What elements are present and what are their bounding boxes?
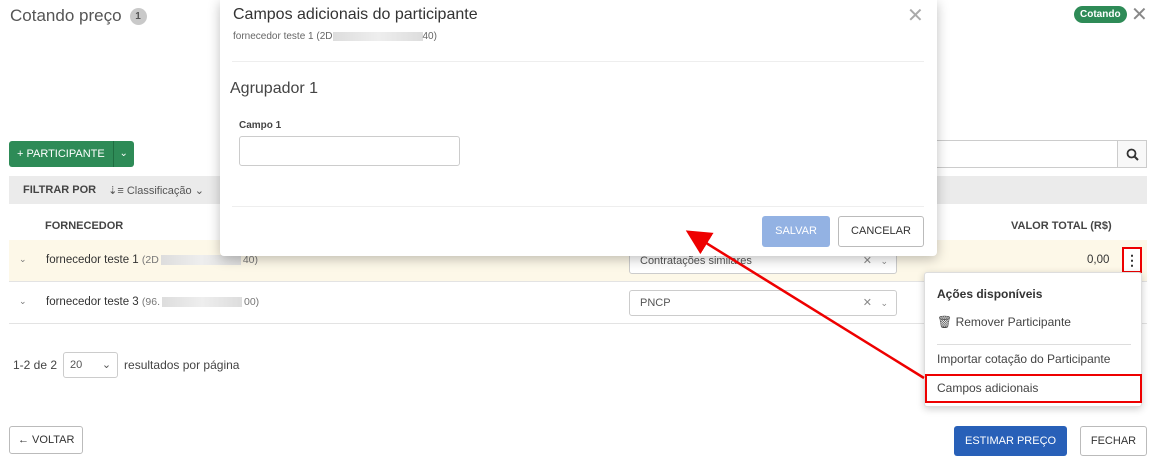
status-badge: Cotando	[1074, 6, 1127, 23]
modal-subtitle: fornecedor teste 1 (2D 40)	[233, 31, 437, 42]
pagination-range: 1-2 de 2	[13, 358, 58, 372]
sort-icon: ⇣≡	[108, 184, 127, 197]
chevron-down-icon[interactable]: ⌄	[113, 141, 134, 167]
search-icon	[1126, 148, 1139, 161]
total-value: 0,00	[1087, 254, 1110, 266]
campo-1-input[interactable]	[239, 136, 460, 166]
supplier-doc-prefix: (96.	[141, 296, 160, 308]
expand-row-icon[interactable]: ⌄	[19, 254, 27, 265]
modal-subtitle-suffix: 40)	[422, 31, 437, 42]
sort-dropdown[interactable]: ⇣≡ Classificação ⌄	[108, 184, 204, 197]
back-button[interactable]: ← VOLTAR	[9, 426, 84, 454]
menu-divider	[937, 344, 1131, 345]
sort-label: Classificação	[126, 184, 192, 197]
expand-row-icon[interactable]: ⌄	[19, 296, 27, 307]
trash-icon: 🗑	[937, 315, 953, 329]
add-participant-button[interactable]: + PARTICIPANTE	[9, 141, 114, 167]
redacted-block	[160, 255, 241, 266]
menu-item-import-quote[interactable]: Importar cotação do Participante	[937, 352, 1110, 366]
redacted-block	[332, 31, 423, 41]
menu-item-remove-label: Remover Participante	[955, 315, 1071, 329]
cancel-button[interactable]: CANCELAR	[838, 216, 924, 247]
redacted-block	[162, 297, 242, 308]
page-size-select[interactable]: 20 ⌄	[63, 352, 119, 378]
page-close-icon[interactable]: ✕	[1131, 3, 1148, 27]
estimate-price-button[interactable]: ESTIMAR PREÇO	[954, 426, 1068, 456]
save-button[interactable]: SALVAR	[762, 216, 830, 247]
close-button[interactable]: FECHAR	[1080, 426, 1147, 456]
add-participant-button-group: + PARTICIPANTE ⌄	[9, 141, 134, 167]
pagination: 1-2 de 2 20 ⌄ resultados por página	[13, 352, 239, 378]
source-select-value: Contratações similares	[640, 255, 752, 267]
group-title: Agrupador 1	[230, 80, 319, 97]
supplier-name-text: fornecedor teste 1	[46, 254, 139, 266]
column-header-supplier: FORNECEDOR	[45, 220, 124, 232]
menu-header: Ações disponíveis	[937, 287, 1043, 301]
chevron-down-icon: ⌄	[194, 184, 204, 197]
filter-label: FILTRAR POR	[23, 184, 97, 196]
supplier-doc: (96. 00)	[142, 296, 259, 308]
chevron-down-icon[interactable]: ⌄	[880, 291, 888, 315]
count-badge: 1	[129, 7, 147, 25]
page-title-text: Cotando preço	[10, 6, 122, 25]
clear-icon[interactable]: ✕	[863, 291, 872, 315]
modal-close-icon[interactable]: ✕	[907, 4, 924, 28]
row-actions-menu: Ações disponíveis 🗑 Remover Participante…	[924, 272, 1142, 407]
row-actions-kebab-icon[interactable]: ⋮	[1122, 247, 1142, 273]
search-input[interactable]	[937, 140, 1118, 168]
source-select-value: PNCP	[640, 297, 671, 309]
field-label: Campo 1	[239, 120, 282, 131]
source-select[interactable]: PNCP ✕ ⌄	[629, 290, 897, 316]
page-title: Cotando preço 1	[10, 6, 147, 26]
extra-fields-modal: Campos adicionais do participante fornec…	[220, 0, 937, 256]
supplier-doc-suffix: 00)	[244, 296, 260, 308]
page-size-value: 20	[70, 359, 83, 371]
menu-item-extra-fields[interactable]: Campos adicionais	[925, 374, 1142, 403]
search-button[interactable]	[1117, 140, 1147, 168]
modal-title: Campos adicionais do participante	[233, 6, 478, 23]
supplier-name: fornecedor teste 3 (96. 00)	[46, 296, 259, 308]
menu-item-remove-participant[interactable]: 🗑 Remover Participante	[937, 315, 1071, 329]
supplier-name-text: fornecedor teste 3	[46, 296, 139, 308]
modal-divider	[232, 206, 924, 207]
supplier-doc-prefix: (2D	[141, 254, 159, 266]
chevron-down-icon: ⌄	[101, 359, 112, 371]
modal-subtitle-prefix: fornecedor teste 1 (2D	[233, 31, 333, 42]
per-page-label: resultados por página	[124, 358, 240, 372]
column-header-total: VALOR TOTAL (R$)	[1011, 220, 1112, 232]
modal-divider	[232, 61, 924, 62]
